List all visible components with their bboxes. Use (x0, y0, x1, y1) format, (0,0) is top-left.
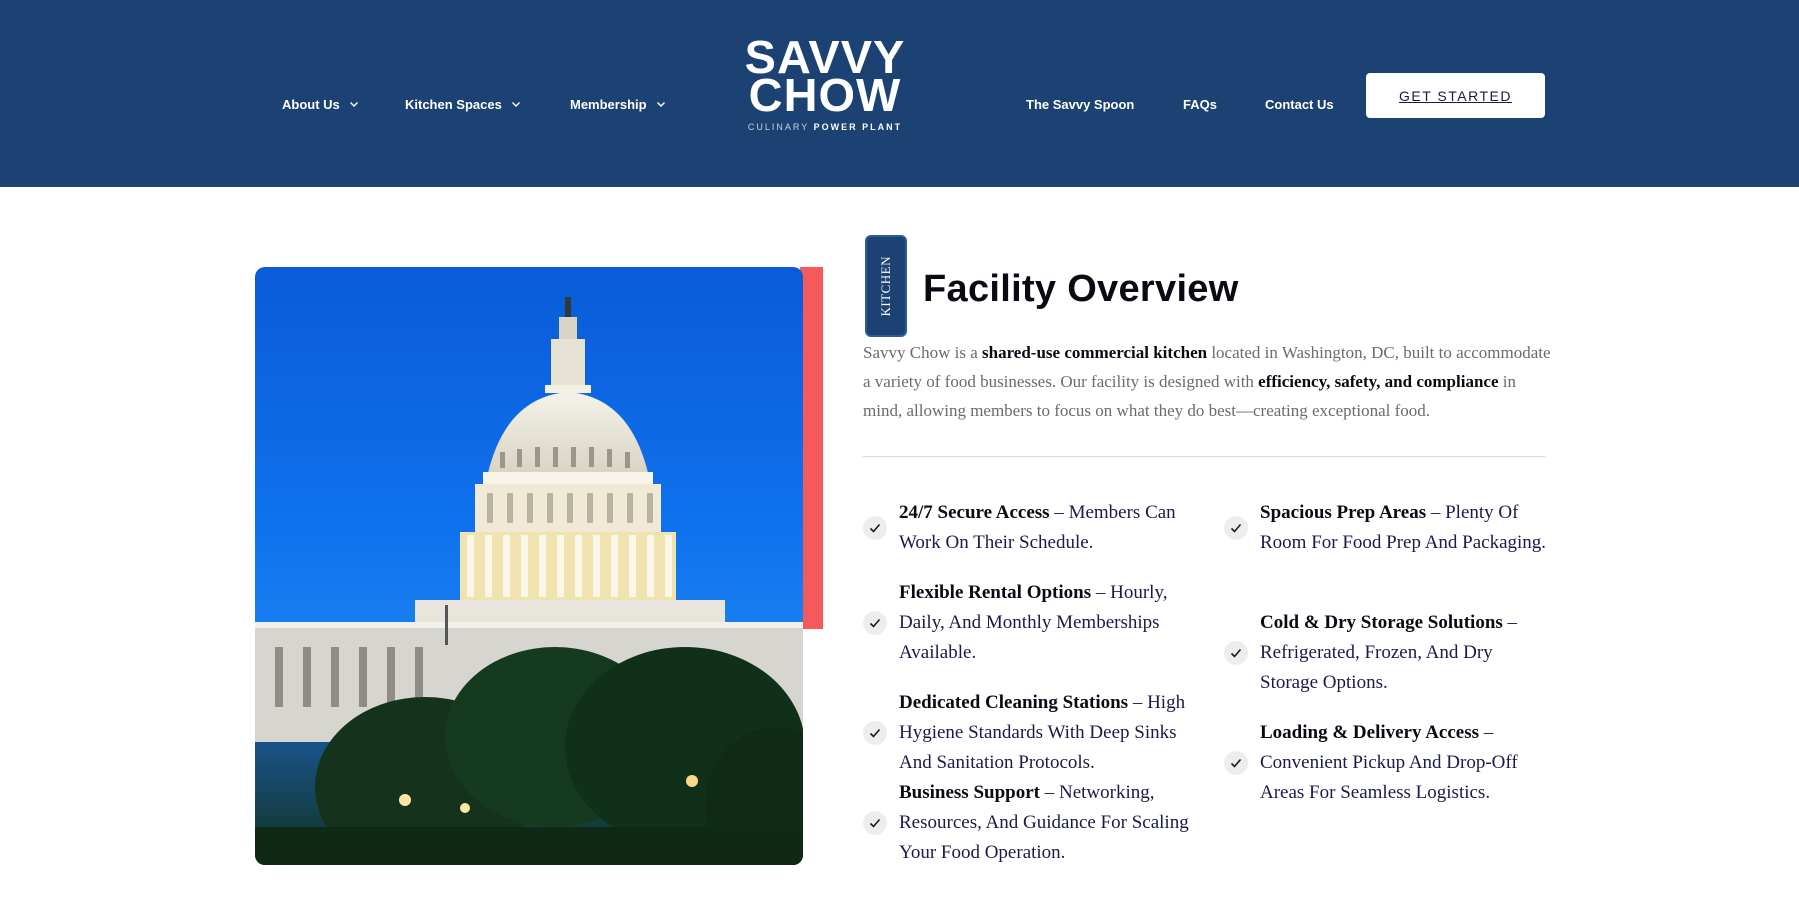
intro-text-1: Savvy Chow is a (863, 343, 982, 362)
check-icon (863, 516, 887, 540)
feature-item: Flexible Rental Options – Hourly, Daily,… (863, 578, 1193, 668)
feature-text: Flexible Rental Options – Hourly, Daily,… (899, 578, 1193, 668)
nav-membership[interactable]: Membership (570, 93, 667, 115)
chevron-down-icon (349, 102, 358, 107)
kitchen-badge-label: KITCHEN (878, 255, 893, 317)
logo-tag-bold: POWER PLANT (813, 122, 903, 132)
nav-about-us-label: About Us (282, 96, 340, 112)
check-icon (863, 721, 887, 745)
nav-contact-us[interactable]: Contact Us (1265, 93, 1334, 115)
accent-bar (800, 267, 823, 629)
logo-tag-light: CULINARY (747, 122, 810, 132)
feature-text: Business Support – Networking, Resources… (899, 778, 1193, 868)
get-started-button[interactable]: GET STARTED (1366, 73, 1545, 118)
feature-item: Loading & Delivery Access – Convenient P… (1224, 718, 1549, 808)
feature-title: Business Support (899, 782, 1040, 803)
feature-text: Loading & Delivery Access – Convenient P… (1260, 718, 1549, 808)
feature-item: Cold & Dry Storage Solutions – Refrigera… (1224, 608, 1549, 698)
nav-about-us[interactable]: About Us (282, 93, 360, 115)
nav-contact-us-label: Contact Us (1265, 96, 1334, 112)
nav-membership-label: Membership (570, 96, 647, 112)
feature-text: Spacious Prep Areas – Plenty Of Room For… (1260, 498, 1549, 558)
feature-title: Spacious Prep Areas (1260, 502, 1427, 523)
feature-title: Flexible Rental Options (899, 582, 1092, 603)
check-icon (863, 811, 887, 835)
feature-text: Dedicated Cleaning Stations – High Hygie… (899, 688, 1193, 778)
feature-title: Cold & Dry Storage Solutions (1260, 612, 1503, 633)
page-title: Facility Overview (923, 268, 1239, 310)
check-icon (1224, 516, 1248, 540)
feature-item: Spacious Prep Areas – Plenty Of Room For… (1224, 498, 1549, 558)
chevron-down-icon (511, 102, 520, 107)
feature-title: 24/7 Secure Access (899, 502, 1050, 523)
capitol-building-photo (255, 267, 803, 865)
check-icon (1224, 751, 1248, 775)
nav-the-savvy-spoon-label: The Savvy Spoon (1026, 96, 1135, 112)
savvy-chow-logo[interactable]: SAVVY CHOW CULINARY POWER PLANT (735, 34, 915, 132)
nav-the-savvy-spoon[interactable]: The Savvy Spoon (1026, 93, 1134, 115)
kitchen-badge: KITCHEN (865, 235, 907, 337)
intro-bold-1: shared-use commercial kitchen (982, 343, 1208, 362)
check-icon (863, 611, 887, 635)
intro-bold-2: efficiency, safety, and compliance (1258, 372, 1499, 391)
chevron-down-icon (656, 102, 665, 107)
feature-text: Cold & Dry Storage Solutions – Refrigera… (1260, 608, 1549, 698)
capitol-illustration (255, 297, 803, 865)
logo-line-2: CHOW (748, 69, 902, 121)
divider (863, 456, 1545, 457)
feature-item: Business Support – Networking, Resources… (863, 778, 1193, 868)
nav-faqs-label: FAQs (1183, 96, 1217, 112)
nav-kitchen-spaces-label: Kitchen Spaces (405, 96, 502, 112)
logo-tagline: CULINARY POWER PLANT (735, 122, 915, 132)
intro-paragraph: Savvy Chow is a shared-use commercial ki… (863, 338, 1553, 425)
feature-title: Dedicated Cleaning Stations (899, 692, 1129, 713)
feature-text: 24/7 Secure Access – Members Can Work On… (899, 498, 1193, 558)
nav-kitchen-spaces[interactable]: Kitchen Spaces (405, 93, 522, 115)
feature-item: 24/7 Secure Access – Members Can Work On… (863, 498, 1193, 558)
feature-item: Dedicated Cleaning Stations – High Hygie… (863, 688, 1193, 778)
nav-faqs[interactable]: FAQs (1183, 93, 1217, 115)
check-icon (1224, 641, 1248, 665)
feature-title: Loading & Delivery Access (1260, 722, 1480, 743)
site-header: About Us Kitchen Spaces Membership SAVVY… (0, 0, 1799, 187)
